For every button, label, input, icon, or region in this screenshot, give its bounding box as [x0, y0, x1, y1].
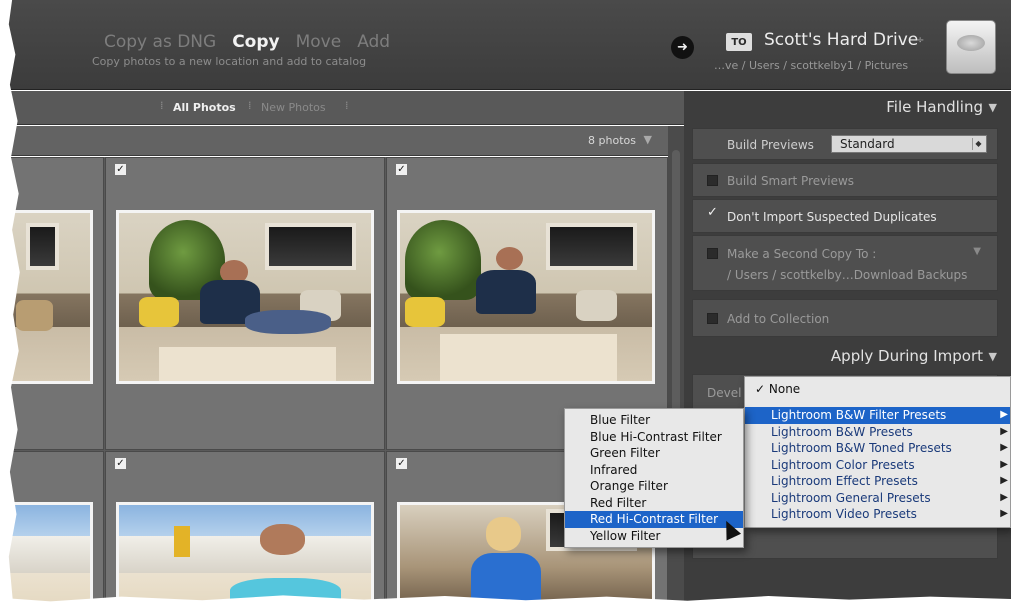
- grid-header: 8 photos ▼: [0, 126, 668, 156]
- select-stepper-icon: ◆: [972, 138, 984, 150]
- photo-thumbnail[interactable]: [116, 210, 374, 384]
- build-previews-row: Build Previews Standard ◆: [692, 128, 998, 160]
- second-copy-checkbox[interactable]: [707, 248, 718, 259]
- menu-item-label: None: [768, 382, 801, 396]
- menu-item-video-presets[interactable]: Lightroom Video Presets ▶: [745, 506, 1010, 523]
- submenu-arrow-icon: ▶: [1000, 508, 1008, 519]
- second-copy-path: / Users / scottkelby…Download Backups: [727, 268, 968, 282]
- menu-item-none[interactable]: ✓ None: [745, 377, 1010, 401]
- checkbox-icon[interactable]: ✓: [396, 458, 407, 469]
- menu-item-label: Lightroom B&W Filter Presets: [771, 408, 947, 422]
- import-header: Copy as DNG Copy Move Add Copy photos to…: [0, 0, 1011, 90]
- menu-item-orange-filter[interactable]: Orange Filter: [565, 478, 743, 495]
- collapse-triangle-icon[interactable]: ▼: [989, 350, 997, 363]
- filter-separator: ⁞: [248, 99, 252, 112]
- menu-item-red-hi-contrast-filter[interactable]: Red Hi-Contrast Filter: [565, 511, 743, 528]
- checkbox-icon[interactable]: ✓: [396, 164, 407, 175]
- menu-item-bw-toned-presets[interactable]: Lightroom B&W Toned Presets ▶: [745, 440, 1010, 457]
- build-previews-label: Build Previews: [727, 138, 814, 152]
- grid-cell[interactable]: ✓ KelbyOne3.jpg: [386, 157, 668, 450]
- add-to-collection-label: Add to Collection: [727, 312, 830, 326]
- second-copy-row[interactable]: Make a Second Copy To : ▼ / Users / scot…: [692, 235, 998, 291]
- build-previews-value: Standard: [840, 137, 895, 151]
- menu-item-blue-filter[interactable]: Blue Filter: [565, 412, 743, 429]
- submenu-arrow-icon: ▶: [1000, 425, 1008, 437]
- submenu-arrow-icon: ▶: [1000, 475, 1008, 486]
- collapse-triangle-icon[interactable]: ▼: [989, 101, 997, 114]
- filter-all-photos[interactable]: All Photos: [173, 101, 236, 114]
- photo-count: 8 photos: [588, 134, 636, 147]
- menu-item-label: Lightroom B&W Toned Presets: [771, 441, 952, 455]
- destination-selector[interactable]: Scott's Hard Drive: [764, 30, 918, 50]
- photo-thumbnail[interactable]: [397, 210, 655, 384]
- develop-settings-label: Devel: [707, 386, 742, 400]
- menu-item-green-filter[interactable]: Green Filter: [565, 445, 743, 462]
- add-to-collection-checkbox[interactable]: [707, 313, 718, 324]
- add-to-collection-row[interactable]: Add to Collection: [692, 299, 998, 337]
- destination-path: …ve / Users / scottkelby1 / Pictures: [714, 59, 909, 72]
- second-copy-label: Make a Second Copy To :: [727, 247, 877, 261]
- check-mark-icon: ✓: [755, 382, 769, 396]
- submenu-arrow-icon: ▶: [1000, 491, 1008, 503]
- filter-bar: ⁞ All Photos ⁞ New Photos ⁞: [0, 91, 684, 125]
- menu-item-label: Lightroom B&W Presets: [771, 424, 913, 439]
- checkbox-icon[interactable]: ✓: [115, 164, 126, 175]
- filter-new-photos[interactable]: New Photos: [261, 101, 326, 114]
- menu-item-label: Lightroom General Presets: [771, 490, 931, 505]
- filter-separator: ⁞: [345, 99, 349, 112]
- check-mark-icon[interactable]: ✓: [707, 206, 718, 219]
- sort-triangle-icon[interactable]: ▼: [644, 133, 652, 146]
- menu-item-label: Lightroom Color Presets: [771, 457, 915, 472]
- grid-cell[interactable]: ✓: [105, 451, 385, 605]
- menu-item-effect-presets[interactable]: Lightroom Effect Presets ▶: [745, 473, 1010, 490]
- mode-copy-as-dng[interactable]: Copy as DNG: [104, 32, 216, 52]
- mode-move[interactable]: Move: [296, 32, 342, 52]
- menu-item-bw-filter-presets[interactable]: Lightroom B&W Filter Presets ▶: [745, 407, 1010, 424]
- to-badge: TO: [726, 33, 752, 51]
- bw-filter-submenu: Blue Filter Blue Hi-Contrast Filter Gree…: [564, 408, 744, 548]
- destination-chevron-icon[interactable]: ÷: [916, 35, 924, 46]
- grid-cell[interactable]: ✓: [105, 157, 385, 450]
- checkbox-icon[interactable]: ✓: [115, 458, 126, 469]
- dont-import-duplicates-row[interactable]: ✓ Don't Import Suspected Duplicates: [692, 199, 998, 233]
- arrow-right-icon: ➜: [671, 36, 694, 59]
- menu-item-blue-hi-contrast-filter[interactable]: Blue Hi-Contrast Filter: [565, 429, 743, 446]
- build-smart-previews-row[interactable]: Build Smart Previews: [692, 163, 998, 197]
- menu-item-bw-presets[interactable]: Lightroom B&W Presets ▶: [745, 424, 1010, 441]
- import-mode-selector: Copy as DNG Copy Move Add: [104, 32, 390, 52]
- build-previews-select[interactable]: Standard ◆: [831, 135, 987, 153]
- build-smart-previews-checkbox[interactable]: [707, 175, 718, 186]
- apply-during-import-title[interactable]: Apply During Import: [831, 347, 983, 365]
- menu-item-yellow-filter[interactable]: Yellow Filter: [565, 528, 743, 545]
- submenu-arrow-icon: ▶: [1000, 442, 1008, 453]
- submenu-arrow-icon: ▶: [1000, 458, 1008, 470]
- menu-item-label: Lightroom Effect Presets: [771, 474, 918, 488]
- filter-separator: ⁞: [160, 99, 164, 112]
- photo-thumbnail[interactable]: [116, 502, 374, 605]
- mode-description: Copy photos to a new location and add to…: [92, 55, 367, 68]
- dont-import-duplicates-label: Don't Import Suspected Duplicates: [727, 210, 937, 224]
- grid-cell[interactable]: [0, 451, 104, 605]
- menu-item-red-filter[interactable]: Red Filter: [565, 495, 743, 512]
- menu-item-infrared[interactable]: Infrared: [565, 462, 743, 479]
- hard-drive-icon: [946, 20, 996, 74]
- build-smart-previews-label: Build Smart Previews: [727, 174, 855, 188]
- develop-preset-menu: ✓ None Lightroom B&W Filter Presets ▶ Lig…: [744, 376, 1011, 528]
- menu-item-color-presets[interactable]: Lightroom Color Presets ▶: [745, 457, 1010, 474]
- mode-add[interactable]: Add: [357, 32, 390, 52]
- grid-scroll-thumb[interactable]: [672, 150, 680, 450]
- file-handling-title[interactable]: File Handling: [886, 98, 983, 116]
- mode-copy[interactable]: Copy: [232, 32, 279, 52]
- dropdown-triangle-icon[interactable]: ▼: [973, 246, 981, 257]
- menu-item-label: Lightroom Video Presets: [771, 507, 917, 521]
- submenu-arrow-icon: ▶: [1000, 409, 1008, 420]
- menu-item-general-presets[interactable]: Lightroom General Presets ▶: [745, 490, 1010, 507]
